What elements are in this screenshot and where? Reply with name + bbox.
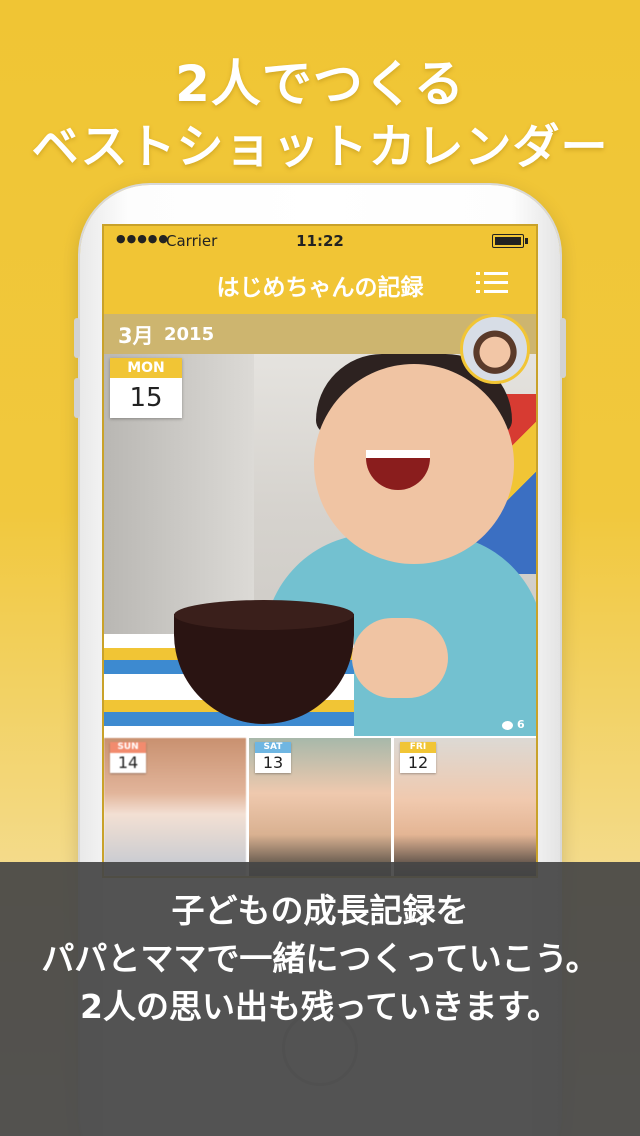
volume-up-button — [74, 318, 80, 358]
date-badge-small: FRI 12 — [400, 742, 436, 773]
thumbnail-photo-3[interactable]: FRI 12 — [394, 738, 536, 876]
date-day: 12 — [407, 753, 429, 772]
caption-line-1: 子どもの成長記録を — [171, 891, 469, 930]
avatar[interactable] — [460, 314, 530, 384]
caption-panel: 子どもの成長記録を パパとママで一緒につくっていこう。 2人の思い出も残っていき… — [0, 862, 640, 1136]
thumbnail-photo-2[interactable]: SAT 13 — [249, 738, 391, 876]
comment-count[interactable]: 6 — [502, 718, 525, 731]
comment-count-value: 6 — [517, 718, 525, 731]
volume-down-button — [74, 378, 80, 418]
battery-icon — [492, 234, 528, 248]
month-label: 3月 — [118, 324, 154, 348]
date-dow: MON — [110, 358, 182, 378]
date-day: 13 — [262, 753, 284, 772]
headline-line-2: ベストショットカレンダー — [31, 120, 609, 175]
date-dow: SUN — [110, 742, 146, 753]
headline-line-1: 2人でつくる — [175, 55, 465, 113]
caption-line-2: パパとママで一緒につくっていこう。 — [41, 939, 599, 978]
nav-title: はじめちゃんの記録 — [216, 275, 424, 301]
promo-headline: 2人でつくる ベストショットカレンダー — [0, 52, 640, 180]
year-label: 2015 — [164, 324, 215, 345]
thumbnail-photo-1[interactable]: SUN 14 — [104, 738, 246, 876]
date-badge-small: SAT 13 — [255, 742, 291, 773]
app-top-bar: ●●●●● Carrier 11:22 はじめちゃんの記録 — [104, 226, 536, 314]
date-day: 15 — [129, 383, 163, 413]
date-dow: FRI — [400, 742, 436, 753]
caption-line-3: 2人の思い出も残っていきます。 — [79, 987, 560, 1026]
date-badge-main: MON 15 — [110, 358, 182, 418]
date-dow: SAT — [255, 742, 291, 753]
power-button — [560, 318, 566, 378]
date-badge-small: SUN 14 — [110, 742, 146, 773]
status-time: 11:22 — [296, 232, 344, 250]
comment-bubble-icon — [502, 720, 513, 730]
status-bar: ●●●●● Carrier 11:22 — [104, 226, 536, 256]
list-menu-icon[interactable] — [476, 270, 508, 296]
app-screen: ●●●●● Carrier 11:22 はじめちゃんの記録 3月 2015 6 … — [102, 224, 538, 878]
date-day: 14 — [117, 753, 139, 772]
